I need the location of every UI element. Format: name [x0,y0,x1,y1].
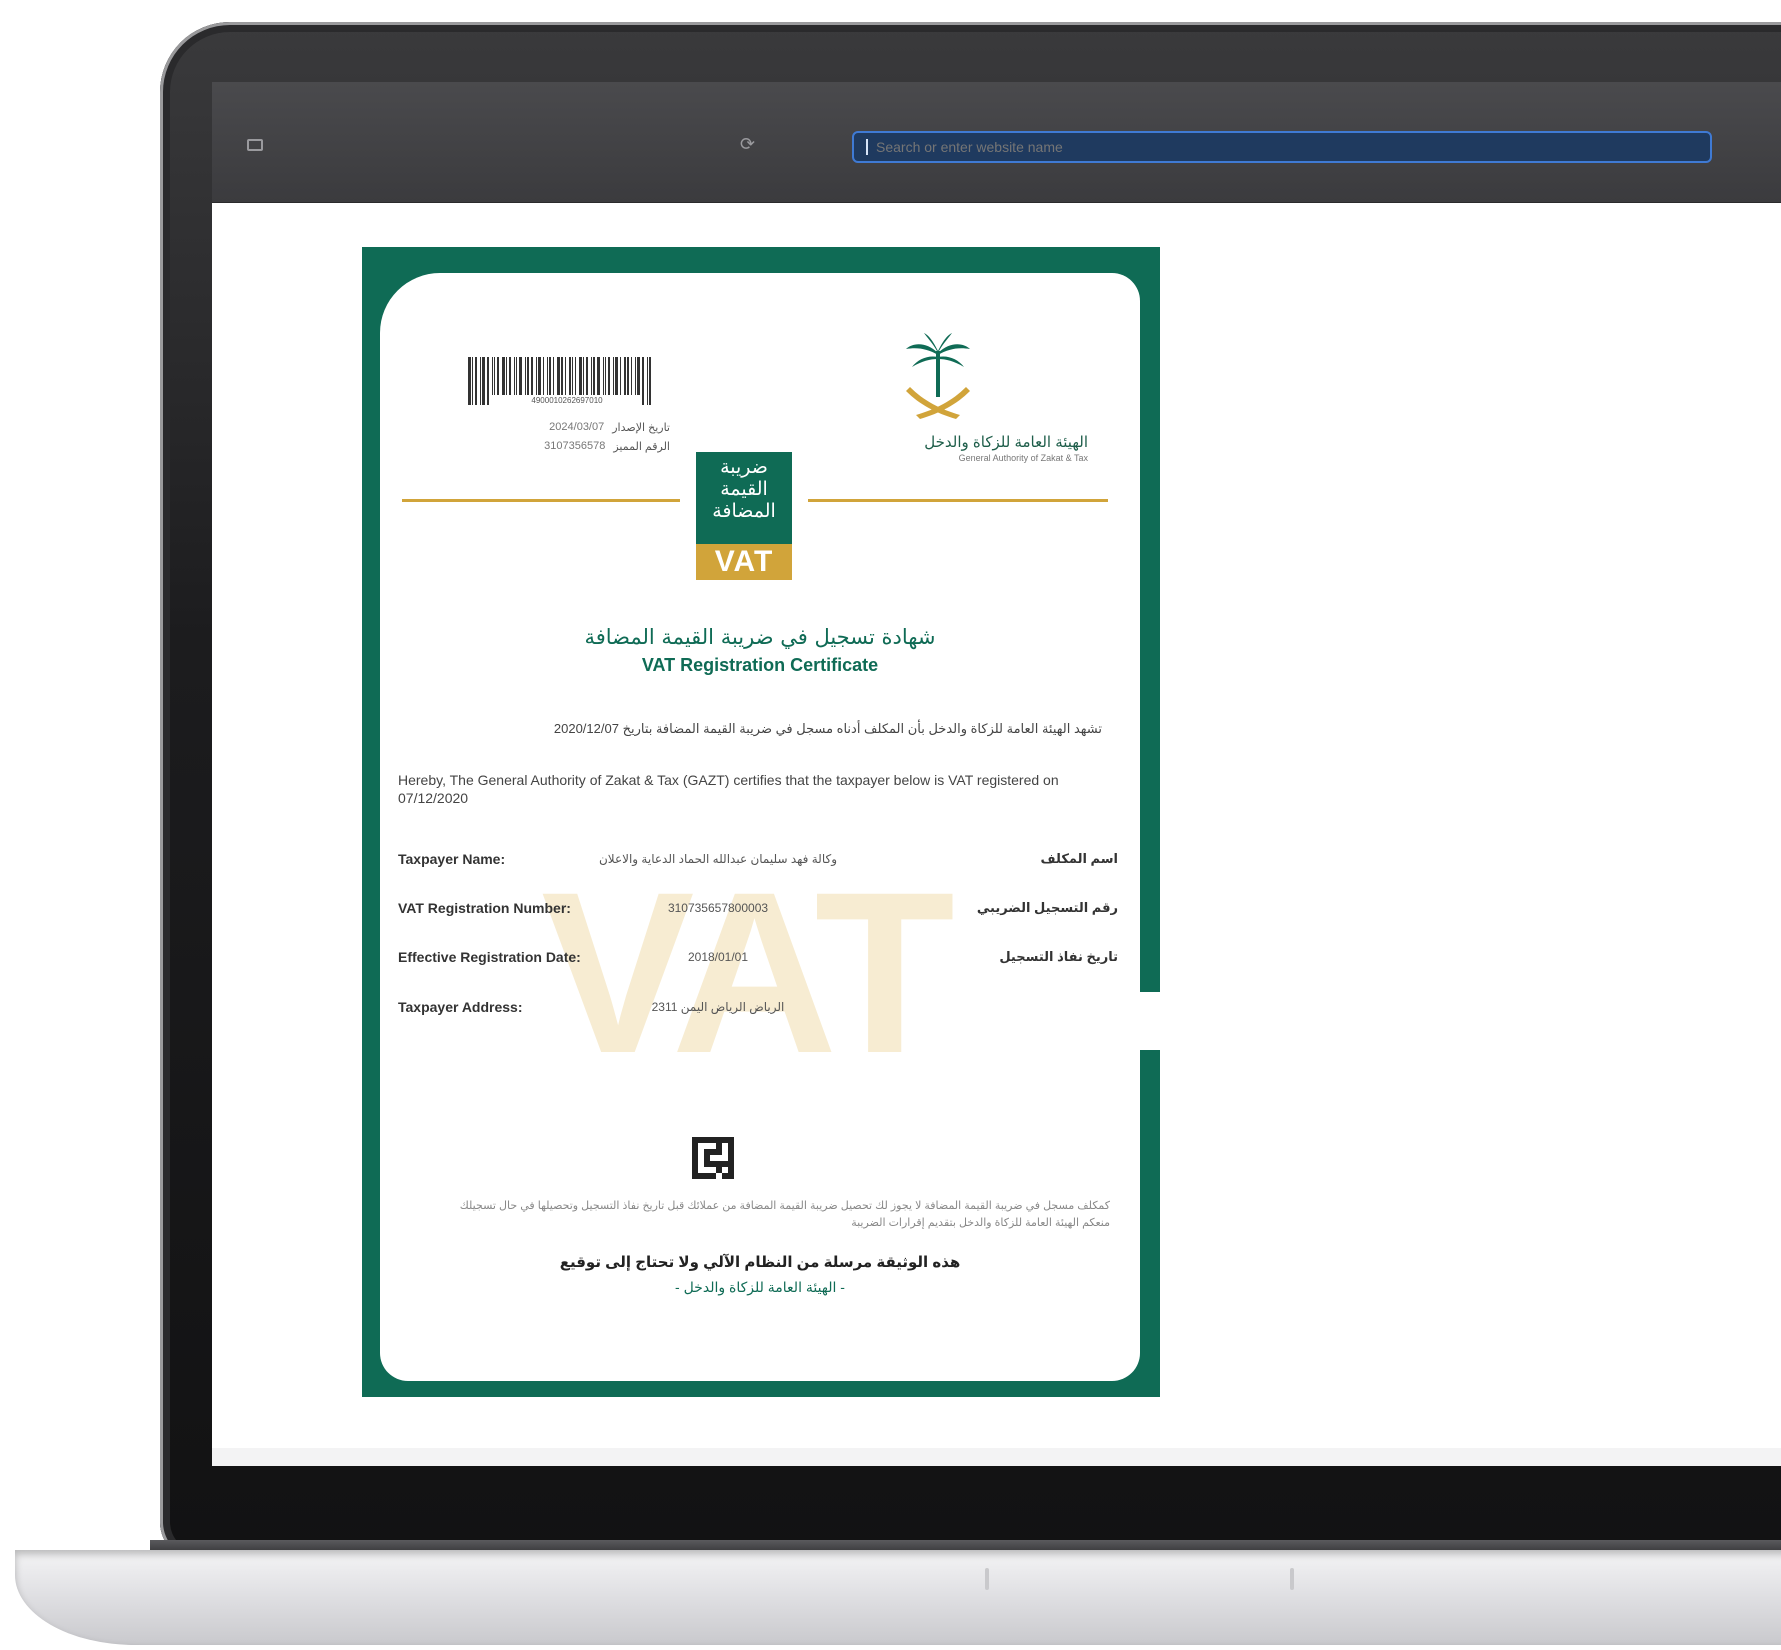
divider-right [808,499,1108,502]
disclaimer-text: كمكلف مسجل في ضريبة القيمة المضافة لا يج… [459,1200,1110,1229]
field-label-en: Effective Registration Date: [398,949,581,965]
text-cursor [866,139,868,155]
footer-notice: هذه الوثيقة مرسلة من النظام الآلي ولا تح… [559,1254,961,1271]
field-taxpayer-name: Taxpayer Name: وكالة فهد سليمان عبدالله … [398,851,1118,891]
certificate-frame: 4900010262697010 2024/03/07 تاريخ الإصدا… [362,247,1170,1397]
vat-logo-ar: ضريبة القيمة المضافة [696,452,792,544]
barcode-bar [649,357,651,405]
laptop-screen: ⟳ 4900010262697010 2024/03/07 تاريخ الإص… [212,82,1781,1466]
barcode-bar [647,357,648,405]
address-bar[interactable] [852,131,1712,163]
field-value: الرياض الرياض اليمن 2311 [651,1000,785,1014]
vat-logo-en: VAT [696,544,792,580]
vat-logo: ضريبة القيمة المضافة VAT [696,452,792,580]
barcode-bar [480,357,481,405]
browser-toolbar: ⟳ [212,82,1781,203]
field-label-en: Taxpayer Name: [398,851,506,867]
issue-date-row: 2024/03/07 تاريخ الإصدار [450,421,670,434]
field-value: 2018/01/01 [687,950,749,964]
reference-value: 3107356578 [544,440,606,452]
field-value: 310735657800003 [667,901,769,915]
barcode-bar [642,357,644,405]
field-label-ar: رقم التسجيل الضريبي [976,900,1118,915]
field-label-ar: اسم المكلف [1040,851,1118,866]
certificate-statement-en: Hereby, The General Authority of Zakat &… [398,772,1059,806]
barcode-bar [468,357,471,405]
field-label-en: Taxpayer Address: [398,999,523,1015]
frame-notch [1140,992,1170,1050]
qr-module [728,1173,734,1179]
certificate-title-en: VAT Registration Certificate [641,655,879,675]
certificate-statement-ar: تشهد الهيئة العامة للزكاة والدخل بأن الم… [553,721,1102,736]
palm-swords-emblem-icon [906,333,970,419]
divider-left [402,499,680,502]
screen-bottom-edge [212,1448,1781,1466]
field-effective-date: Effective Registration Date: 2018/01/01 … [398,949,1118,989]
barcode-bar [487,357,489,405]
address-input[interactable] [874,138,1638,156]
issue-date-label: تاريخ الإصدار [612,422,670,434]
field-label-en: VAT Registration Number: [398,900,571,916]
footer-authority: - الهيئة العامة للزكاة والدخل - [675,1279,845,1295]
authority-name-ar: الهيئة العامة للزكاة والدخل [924,434,1088,451]
barcode-number: 4900010262697010 [492,395,642,407]
certificate-title-ar: شهادة تسجيل في ضريبة القيمة المضافة [584,625,936,649]
certificate-paper: 4900010262697010 2024/03/07 تاريخ الإصدا… [380,273,1140,1381]
qr-code-icon [692,1137,734,1179]
field-value: وكالة فهد سليمان عبدالله الحماد الدعاية … [598,852,837,866]
reference-label: الرقم المميز [613,441,670,453]
reference-row: 3107356578 الرقم المميز [450,440,670,453]
laptop-base [15,1550,1781,1645]
issue-date-value: 2024/03/07 [549,421,605,433]
barcode-bar [482,357,485,405]
field-vat-number: VAT Registration Number: 310735657800003… [398,900,1118,940]
sidebar-icon[interactable] [247,139,263,151]
field-label-ar: تاريخ نفاذ التسجيل [999,949,1118,964]
field-taxpayer-address: Taxpayer Address: الرياض الرياض اليمن 23… [398,999,1118,1039]
base-notch-right [1290,1568,1294,1590]
barcode-bar [475,357,477,405]
authority-name-en: General Authority of Zakat & Tax [958,453,1088,463]
base-notch-left [985,1568,989,1590]
reload-icon[interactable]: ⟳ [740,134,755,155]
barcode-bar [472,357,473,405]
